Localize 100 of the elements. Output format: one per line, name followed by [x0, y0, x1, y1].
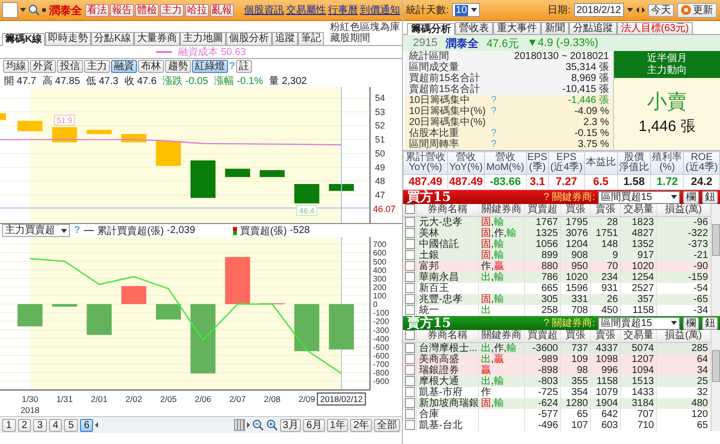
prev-day-icon[interactable]: [636, 7, 639, 13]
indicator-toggle[interactable]: 外資: [30, 60, 56, 73]
broker-row[interactable]: 土銀 固,輸 899 908 9 917 -21: [403, 250, 711, 261]
row-checkbox[interactable]: [404, 354, 414, 364]
stats-tab[interactable]: 法人目標(63元): [617, 22, 693, 34]
stock-code-field[interactable]: [2, 2, 18, 18]
broker-row[interactable]: 台灣摩根士... 出,作,輸 -3600 737 4337 5074 285: [403, 343, 711, 354]
broker-row[interactable]: 凱基-台北 -496 107 603 710 65: [403, 420, 711, 431]
broker-row[interactable]: 新加坡商瑞銀 固,輸 -624 1280 1904 3184 480: [403, 398, 711, 409]
broker-row[interactable]: 新百王 665 1596 931 2527 -54: [403, 283, 711, 294]
range-button[interactable]: 2年: [350, 418, 372, 432]
chart-tab[interactable]: 大量券商: [134, 32, 180, 45]
row-checkbox[interactable]: [404, 250, 414, 260]
page-button[interactable]: 5: [64, 418, 78, 432]
stats-tab[interactable]: 營收表: [455, 22, 493, 34]
broker-row[interactable]: 中國信託 固,輸 1056 1204 148 1352 -373: [403, 239, 711, 250]
range-button[interactable]: 1年: [326, 418, 348, 432]
table-button[interactable]: 鈕: [702, 190, 718, 204]
indicator-toggle[interactable]: 融資: [111, 60, 137, 73]
row-checkbox[interactable]: [404, 272, 414, 282]
range-button[interactable]: 6月: [303, 418, 325, 432]
scroll-thumb[interactable]: [234, 419, 245, 431]
note-button[interactable]: 註: [236, 60, 252, 73]
stats-tab[interactable]: 分點追蹤: [569, 22, 617, 34]
header-checkbox[interactable]: [404, 330, 414, 340]
toolbar-link[interactable]: 交易屬性: [286, 3, 326, 17]
action-button[interactable]: 亂報: [210, 4, 234, 16]
chart-tab[interactable]: 即時走勢: [45, 32, 92, 45]
refresh-button[interactable]: 更新: [677, 2, 717, 18]
toolbar-link[interactable]: 到價通知: [360, 3, 400, 17]
row-checkbox[interactable]: [404, 261, 414, 272]
range-button[interactable]: 3月: [280, 418, 302, 432]
days-select[interactable]: 10: [452, 3, 480, 17]
broker-row[interactable]: 凱基-市府 作 -725 354 1079 1433 32: [403, 387, 711, 398]
search-icon[interactable]: [28, 4, 40, 16]
caret-icon[interactable]: [671, 195, 677, 199]
toolbar-link[interactable]: 行事曆: [328, 3, 358, 17]
row-checkbox[interactable]: [404, 376, 414, 386]
help-icon[interactable]: ?: [544, 192, 550, 202]
broker-row[interactable]: 統一 出 258 708 450 1158 -34: [403, 305, 711, 316]
row-checkbox[interactable]: [404, 305, 414, 316]
indicator-toggle[interactable]: 投信: [57, 60, 83, 73]
next-day-icon[interactable]: [642, 7, 645, 13]
row-checkbox[interactable]: [404, 398, 414, 408]
toolbar-link[interactable]: 個股資訊: [244, 3, 284, 17]
row-checkbox[interactable]: [404, 228, 414, 238]
zoom-out-icon[interactable]: [252, 419, 264, 431]
action-button[interactable]: 體檢: [135, 4, 159, 16]
broker-row[interactable]: 富邦 作,贏 880 950 70 1020 -90: [403, 261, 711, 272]
range-select[interactable]: 區間買超15: [598, 190, 680, 204]
caret-icon[interactable]: [61, 228, 67, 232]
row-checkbox[interactable]: [404, 365, 414, 376]
broker-row[interactable]: 摩根大通 出,輸 -803 355 1158 1513 25: [403, 376, 711, 387]
table-button[interactable]: 鈕: [702, 316, 718, 330]
broker-row[interactable]: 元大-忠孝 固,輸 1767 1795 28 1823 -96: [403, 217, 711, 228]
table-button[interactable]: 欄: [683, 190, 699, 204]
date-field[interactable]: 2018/2/12: [574, 3, 624, 17]
action-button[interactable]: 哈拉: [185, 4, 209, 16]
range-select[interactable]: 區間賣超15: [598, 316, 680, 330]
range-button[interactable]: 全部: [374, 418, 400, 432]
action-button[interactable]: 看法: [85, 4, 109, 16]
scrollbar[interactable]: [711, 330, 720, 431]
row-checkbox[interactable]: [404, 420, 414, 430]
row-checkbox[interactable]: [404, 239, 414, 250]
page-button[interactable]: 2: [18, 418, 32, 432]
stats-tab[interactable]: 籌碼分析: [407, 23, 455, 35]
broker-row[interactable]: 瑞銀證券 贏 -898 98 996 1094 34: [403, 365, 711, 376]
broker-row[interactable]: 兆豐-忠孝 固,輸 305 331 26 357 -65: [403, 294, 711, 305]
row-checkbox[interactable]: [404, 409, 414, 420]
chart-tab[interactable]: 個股分析: [226, 32, 272, 45]
chart-tab[interactable]: 筆記: [298, 32, 324, 45]
row-checkbox[interactable]: [404, 294, 414, 304]
action-button[interactable]: 報告: [110, 4, 134, 16]
date-caret-icon[interactable]: [627, 8, 633, 12]
chart-tab[interactable]: 籌碼K線: [2, 33, 46, 46]
action-button[interactable]: 主力: [160, 4, 184, 16]
indicator-select[interactable]: 主力買賣超: [2, 224, 70, 237]
broker-row[interactable]: 美商高盛 出,贏 -989 109 1098 1207 64: [403, 354, 711, 365]
chart-tab[interactable]: 追蹤: [272, 32, 298, 45]
broker-row[interactable]: 華南永昌 出,輸 786 1020 234 1254 -159: [403, 272, 711, 283]
broker-row[interactable]: 合庫 -577 65 642 707 120: [403, 409, 711, 420]
page-button[interactable]: 1: [2, 418, 16, 432]
indicator-toggle[interactable]: 布林: [138, 60, 164, 73]
indicator-toggle[interactable]: 紅綠燈: [192, 60, 228, 73]
caret-icon[interactable]: [470, 8, 477, 12]
indicator-toggle[interactable]: 主力: [84, 60, 110, 73]
broker-row[interactable]: 美林 固,作,輸 1325 3076 1751 4827 -322: [403, 228, 711, 239]
row-checkbox[interactable]: [404, 343, 414, 354]
row-checkbox[interactable]: [404, 283, 414, 294]
chart-tab[interactable]: 分點K線: [91, 32, 134, 45]
right-arrow-icon[interactable]: [246, 422, 250, 428]
page-button[interactable]: 3: [33, 418, 47, 432]
chart-tab[interactable]: 主力地圖: [180, 32, 226, 45]
header-checkbox[interactable]: [404, 204, 414, 214]
page-button[interactable]: 6: [80, 418, 94, 432]
indicator-toggle[interactable]: 均線: [3, 60, 29, 73]
page-button[interactable]: 4: [48, 418, 62, 432]
stats-tab[interactable]: 新聞: [541, 22, 569, 34]
dot-icon[interactable]: [42, 8, 46, 12]
indicator-toggle[interactable]: 趨勢: [165, 60, 191, 73]
